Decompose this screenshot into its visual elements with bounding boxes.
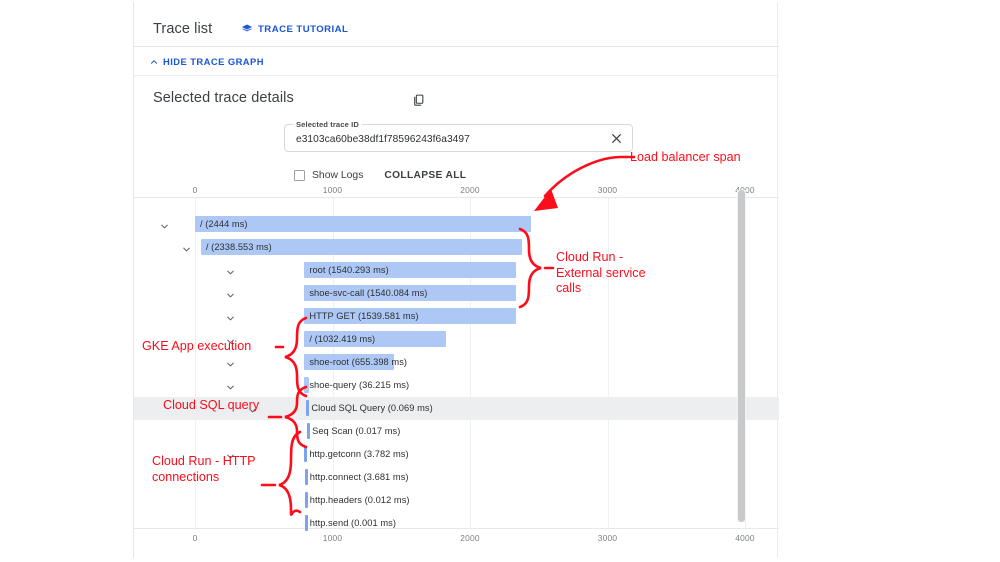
chevron-down-icon[interactable] xyxy=(225,265,236,276)
chevron-down-icon[interactable] xyxy=(225,288,236,299)
page-title: Trace list xyxy=(153,21,213,37)
span-bar[interactable] xyxy=(304,446,308,462)
span-row[interactable]: / (2444 ms) xyxy=(134,213,779,236)
chevron-down-icon[interactable] xyxy=(181,242,192,253)
span-label: Seq Scan (0.017 ms) xyxy=(312,425,401,436)
span-label: / (2444 ms) xyxy=(200,218,248,229)
show-logs-label: Show Logs xyxy=(312,170,364,181)
span-label: / (2338.553 ms) xyxy=(205,241,272,252)
trace-graph: 01000200030004000 01000200030004000 / (2… xyxy=(134,185,779,550)
axis-tick-top: 2000 xyxy=(460,185,480,195)
chevron-up-icon xyxy=(151,59,157,64)
tutorial-layers-icon xyxy=(242,24,252,32)
axis-tick-top: 0 xyxy=(192,185,198,195)
span-row[interactable]: shoe-svc-call (1540.084 ms) xyxy=(134,282,779,305)
annotation-cloud-run-external: Cloud Run - External service calls xyxy=(556,250,646,295)
annotation-cloud-sql: Cloud SQL query xyxy=(163,398,260,412)
graph-scrollbar-thumb[interactable] xyxy=(738,190,745,522)
selected-trace-details-heading: Selected trace details xyxy=(153,90,294,106)
span-row[interactable]: HTTP GET (1539.581 ms) xyxy=(134,305,779,328)
chevron-down-icon[interactable] xyxy=(159,219,170,230)
hide-trace-graph-button[interactable]: HIDE TRACE GRAPH xyxy=(149,56,264,67)
span-label: shoe-query (36.215 ms) xyxy=(309,379,410,390)
span-row[interactable]: http.headers (0.012 ms) xyxy=(134,489,779,512)
span-row[interactable]: / (2338.553 ms) xyxy=(134,236,779,259)
clear-trace-id-icon[interactable] xyxy=(610,132,623,145)
axis-tick-top: 1000 xyxy=(322,185,343,195)
chevron-down-icon[interactable] xyxy=(225,380,236,391)
span-label: http.connect (3.681 ms) xyxy=(309,471,409,482)
top-axis-line xyxy=(134,197,779,198)
hide-graph-row: HIDE TRACE GRAPH xyxy=(134,48,779,76)
span-bar[interactable] xyxy=(304,515,308,531)
span-label: root (1540.293 ms) xyxy=(309,264,389,275)
card-header: Trace list TRACE TUTORIAL xyxy=(134,2,779,47)
copy-icon[interactable] xyxy=(412,93,425,107)
span-bar[interactable] xyxy=(304,469,308,485)
selected-trace-id-field[interactable]: Selected trace ID xyxy=(284,120,633,152)
chevron-down-icon[interactable] xyxy=(225,357,236,368)
span-label: shoe-root (655.398 ms) xyxy=(309,356,408,367)
span-label: Cloud SQL Query (0.069 ms) xyxy=(311,402,433,413)
collapse-all-button[interactable]: COLLAPSE ALL xyxy=(384,170,466,181)
span-bar[interactable] xyxy=(307,423,311,439)
axis-tick-top: 3000 xyxy=(597,185,618,195)
selected-trace-id-label: Selected trace ID xyxy=(293,120,362,129)
span-label: shoe-svc-call (1540.084 ms) xyxy=(309,287,428,298)
span-bar[interactable] xyxy=(304,492,308,508)
chevron-down-icon[interactable] xyxy=(225,311,236,322)
selected-trace-id-input[interactable] xyxy=(294,133,598,146)
hide-trace-graph-label: HIDE TRACE GRAPH xyxy=(163,56,264,67)
span-row[interactable]: Seq Scan (0.017 ms) xyxy=(134,420,779,443)
span-row[interactable]: root (1540.293 ms) xyxy=(134,259,779,282)
span-label: http.headers (0.012 ms) xyxy=(309,494,410,505)
annotation-cloud-run-http: Cloud Run - HTTP connections xyxy=(152,454,256,484)
graph-controls: Show Logs COLLAPSE ALL xyxy=(294,170,466,181)
trace-tutorial-label: TRACE TUTORIAL xyxy=(258,23,349,35)
span-label: HTTP GET (1539.581 ms) xyxy=(309,310,419,321)
show-logs-checkbox[interactable] xyxy=(294,170,305,181)
annotation-load-balancer: Load balancer span xyxy=(630,150,741,164)
annotation-gke-app: GKE App execution xyxy=(142,339,252,353)
span-bar[interactable] xyxy=(306,400,310,416)
span-label: / (1032.419 ms) xyxy=(309,333,376,344)
trace-tutorial-link[interactable]: TRACE TUTORIAL xyxy=(241,23,348,35)
span-row[interactable]: shoe-query (36.215 ms) xyxy=(134,374,779,397)
span-row[interactable]: http.send (0.001 ms) xyxy=(134,512,779,535)
span-label: http.send (0.001 ms) xyxy=(309,517,396,528)
span-label: http.getconn (3.782 ms) xyxy=(309,448,409,459)
